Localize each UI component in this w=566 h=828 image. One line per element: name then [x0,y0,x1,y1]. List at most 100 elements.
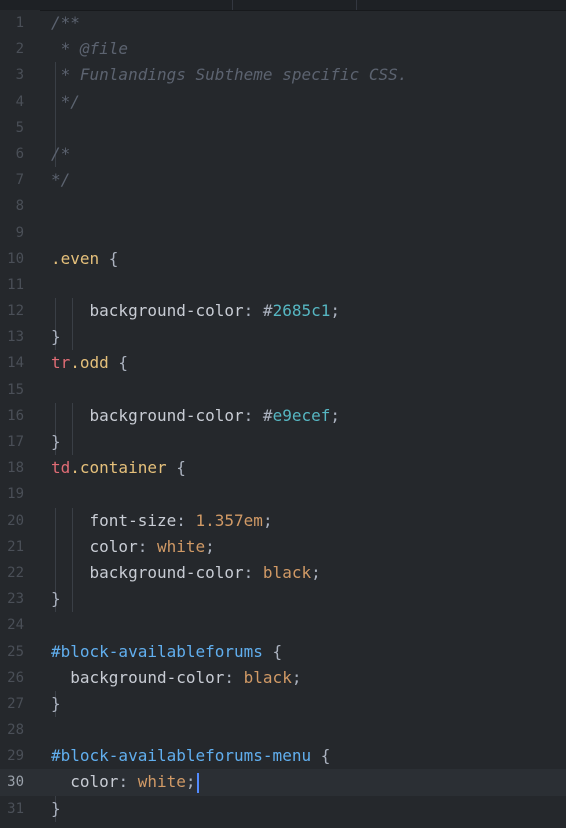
code-text: #block-availableforums-menu { [51,743,330,769]
code-line[interactable]: 6 /* [0,140,566,168]
code-line[interactable]: 22 background-color: black; [0,559,566,587]
code-token: #block-availableforums [51,641,263,661]
line-number: 11 [7,276,24,293]
code-line[interactable]: 9 [0,220,566,246]
line-number: 23 [7,591,24,608]
code-line[interactable]: 13} [0,324,566,351]
code-line[interactable]: 27} [0,690,566,718]
code-line[interactable]: 16 background-color: #e9ecef; [0,402,566,429]
code-line[interactable]: 31} [0,795,566,822]
line-number: 8 [15,198,24,215]
code-token: */ [51,170,71,190]
line-number: 19 [7,486,24,503]
code-line[interactable]: 8 [0,193,566,219]
line-number: 28 [7,722,24,739]
code-line[interactable]: 20 font-size: 1.357em; [0,507,566,534]
code-line[interactable]: 19 [0,481,566,507]
code-line[interactable]: 3 * Funlandings Subtheme specific CSS. [0,62,566,89]
code-line[interactable]: 28 [0,717,566,743]
code-token: color [51,536,138,556]
code-token: .odd [70,353,109,373]
code-text: } [51,324,61,350]
code-token: .container [70,458,167,478]
code-token: : [243,301,263,321]
code-line[interactable]: 24 [0,612,566,638]
code-line[interactable]: 14 tr.odd { [0,350,566,376]
line-number: 18 [7,460,24,477]
code-line[interactable]: 7 */ [0,167,566,193]
code-line[interactable]: 23} [0,586,566,613]
code-line[interactable]: 21 color: white; [0,533,566,560]
line-number: 9 [15,224,24,241]
line-number: 13 [7,329,24,346]
code-line[interactable]: 1 /** [0,10,566,36]
code-line[interactable]: 11 [0,272,566,298]
code-text: */ [51,89,80,115]
code-line[interactable]: 30 color: white; [0,769,566,796]
code-token: { [311,746,331,766]
code-token: } [51,693,61,713]
code-text: /* [51,141,70,167]
code-editor[interactable]: 1/** 2 * @file 3 * Funlandings Subtheme sp… [0,0,566,828]
tab-divider [232,0,233,10]
code-token: { [108,353,129,373]
code-text: background-color: black; [51,665,301,691]
code-line[interactable]: 26 background-color: black; [0,665,566,691]
line-number: 12 [7,303,24,320]
line-number: 20 [7,512,24,529]
code-text: * @file [51,36,128,62]
code-area[interactable]: 1/** 2 * @file 3 * Funlandings Subtheme sp… [0,10,566,822]
code-line[interactable]: 25 #block-availableforums { [0,639,566,665]
code-text: background-color: #2685c1; [51,298,340,324]
indent-guide [72,429,73,456]
line-number: 26 [7,669,24,686]
code-token: #block-availableforums-menu [51,746,312,766]
code-line[interactable]: 12 background-color: #2685c1; [0,298,566,325]
code-line[interactable]: 17} [0,429,566,456]
line-number: 6 [15,145,24,162]
line-number: 31 [7,800,24,817]
line-number: 5 [15,119,24,136]
code-token: } [51,798,61,818]
line-number: 16 [7,407,24,424]
code-token: white [156,536,206,556]
line-number: 3 [15,67,24,84]
code-text: tr.odd { [51,350,128,376]
line-number: 1 [15,15,24,31]
code-line[interactable]: 29 #block-availableforums-menu { [0,743,566,769]
code-text: color: white; [51,534,215,560]
code-token: /** [51,13,80,32]
code-text: background-color: #e9ecef; [51,403,340,429]
line-number: 27 [7,695,24,712]
code-token: : [224,667,244,687]
code-text: td.container { [51,455,186,481]
code-text: } [51,429,61,455]
code-text: * Funlandings Subtheme specific CSS. [51,62,408,88]
code-line[interactable]: 10 .even { [0,246,566,272]
line-number: 2 [15,41,24,58]
line-number: 14 [7,355,24,372]
code-token: ; [291,667,302,687]
code-text: #block-availableforums { [51,639,282,665]
code-token: .even [51,248,100,268]
code-text: } [51,796,61,822]
code-token: ; [330,405,340,425]
indent-guide [72,324,73,351]
line-number: 21 [7,538,24,555]
code-token: ; [205,536,215,556]
code-token: e9ecef [272,405,331,425]
code-line[interactable]: 15 [0,377,566,403]
code-line[interactable]: 18 td.container { [0,455,566,481]
code-line[interactable]: 2 * @file [0,36,566,62]
line-number: 29 [7,748,24,765]
code-line[interactable]: 5 [0,114,566,141]
code-token: */ [51,91,80,111]
code-token: : [243,405,263,425]
code-token: { [99,248,119,268]
code-token: # [262,405,273,425]
code-text: .even { [51,246,118,272]
code-text: */ [51,167,70,193]
code-token: black [243,667,292,687]
code-line[interactable]: 4 */ [0,88,566,115]
line-number: 17 [7,434,24,450]
